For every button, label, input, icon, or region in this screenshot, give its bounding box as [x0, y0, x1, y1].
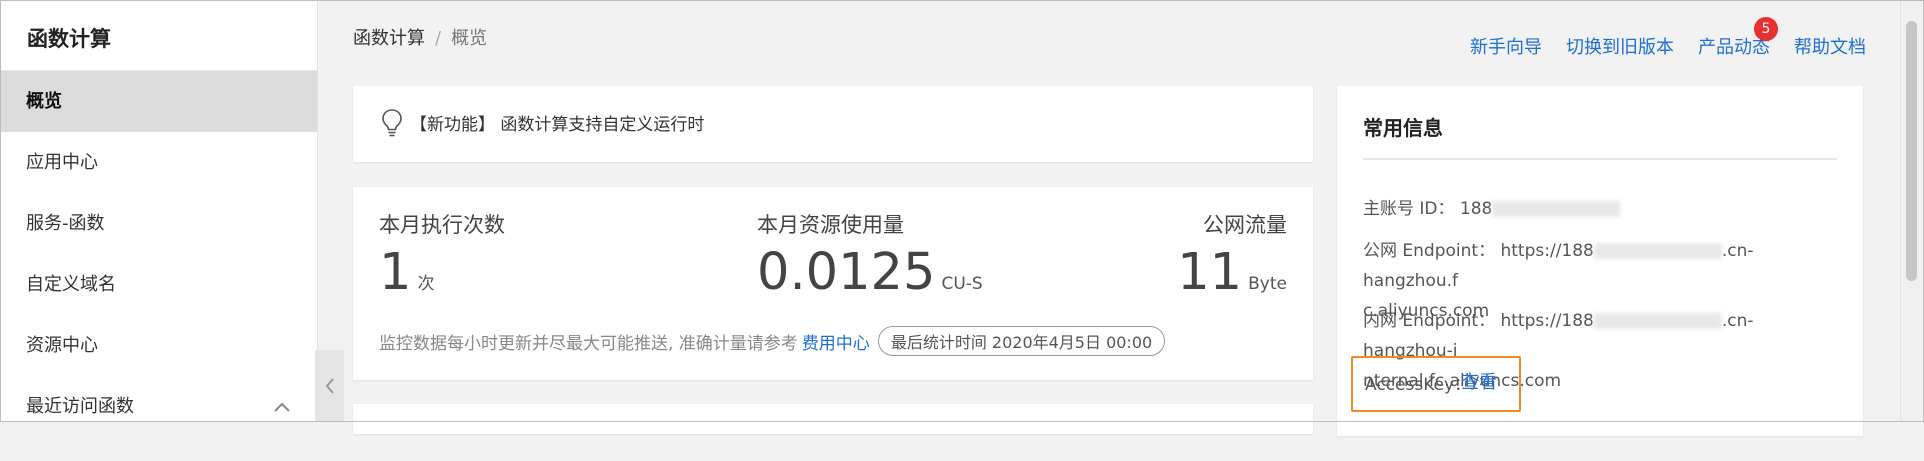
stat-value: 0.0125	[757, 243, 936, 302]
header-links: 新手向导 切换到旧版本 产品动态 5 帮助文档	[1470, 17, 1866, 59]
redacted-mask	[1593, 313, 1722, 329]
accesskey-view-link[interactable]: 查看	[1461, 368, 1497, 394]
account-id-label: 主账号 ID：	[1363, 199, 1455, 219]
sidebar: 函数计算 概览 应用中心 服务-函数 自定义域名 资源中心 最近访问函数	[1, 1, 318, 421]
sidebar-item-app-center[interactable]: 应用中心	[1, 132, 317, 193]
accesskey-label: AccessKey：	[1365, 375, 1472, 395]
product-updates-label: 产品动态	[1698, 37, 1770, 58]
next-card	[353, 404, 1313, 434]
sidebar-collapse-button[interactable]	[315, 350, 344, 422]
breadcrumb-root[interactable]: 函数计算	[353, 28, 425, 49]
billing-center-link[interactable]: 费用中心	[802, 329, 870, 354]
divider	[1363, 158, 1837, 160]
stat-label: 本月资源使用量	[757, 213, 904, 237]
app-title: 函数计算	[27, 27, 111, 51]
stats-card: 本月执行次数 1次 本月资源使用量 0.0125 CU-S 公网流量 11 Byte…	[353, 187, 1313, 380]
notice-card: 【新功能】 函数计算支持自定义运行时	[353, 86, 1313, 162]
stat-value-row: 1次	[379, 247, 505, 298]
scrollbar-thumb[interactable]	[1906, 21, 1917, 281]
stat-executions: 本月执行次数 1次	[379, 209, 505, 298]
breadcrumb: 函数计算 / 概览	[353, 24, 487, 50]
accesskey-highlight: AccessKey： 查看	[1351, 356, 1521, 412]
common-info-card: 常用信息 主账号 ID： 188 公网 Endpoint： https://18…	[1337, 86, 1863, 436]
redacted-mask	[1492, 201, 1621, 217]
lightbulb-icon	[381, 108, 403, 142]
sidebar-nav: 概览 应用中心 服务-函数 自定义域名 资源中心 最近访问函数	[1, 71, 317, 437]
stat-unit: 次	[417, 274, 435, 294]
page-scrollbar[interactable]	[1900, 1, 1923, 421]
stat-value-row: 0.0125 CU-S	[757, 247, 983, 298]
switch-old-version-link[interactable]: 切换到旧版本	[1566, 33, 1674, 59]
stat-value: 11	[1177, 243, 1243, 302]
info-title: 常用信息	[1363, 116, 1443, 140]
account-id-value: 188	[1459, 199, 1493, 219]
stat-label: 公网流量	[1203, 213, 1287, 237]
chevron-left-icon	[325, 378, 334, 394]
internal-endpoint-label: 内网 Endpoint：	[1363, 311, 1496, 331]
sidebar-item-resource-center[interactable]: 资源中心	[1, 315, 317, 376]
internal-endpoint-prefix: https://188	[1500, 311, 1594, 331]
notice-text[interactable]: 【新功能】 函数计算支持自定义运行时	[410, 110, 704, 135]
public-endpoint-prefix: https://188	[1500, 241, 1594, 261]
sidebar-item-overview[interactable]: 概览	[1, 71, 317, 132]
sidebar-item-custom-domains[interactable]: 自定义域名	[1, 254, 317, 315]
stats-footnote: 监控数据每小时更新并尽最大可能推送, 准确计量请参考 费用中心 最后统计时间 2…	[379, 326, 1166, 356]
stat-value: 1	[379, 243, 412, 302]
public-endpoint-label: 公网 Endpoint：	[1363, 241, 1496, 261]
stat-public-traffic: 公网流量 11 Byte	[1177, 209, 1287, 298]
stat-unit: Byte	[1248, 274, 1287, 294]
redacted-mask	[1593, 243, 1722, 259]
stat-value-row: 11 Byte	[1177, 247, 1287, 298]
help-docs-link[interactable]: 帮助文档	[1794, 33, 1866, 59]
guide-link[interactable]: 新手向导	[1470, 33, 1542, 59]
notification-badge: 5	[1754, 17, 1778, 41]
sidebar-item-label: 最近访问函数	[26, 396, 134, 417]
stat-unit: CU-S	[941, 274, 983, 294]
breadcrumb-separator: /	[435, 28, 442, 49]
stat-resource-usage: 本月资源使用量 0.0125 CU-S	[757, 209, 983, 298]
account-id-row: 主账号 ID： 188	[1363, 194, 1837, 224]
footnote-text: 监控数据每小时更新并尽最大可能推送, 准确计量请参考	[379, 333, 798, 354]
product-updates-link[interactable]: 产品动态 5	[1698, 17, 1778, 59]
sidebar-item-recent-functions[interactable]: 最近访问函数	[1, 376, 317, 437]
chevron-up-icon[interactable]	[273, 376, 291, 461]
breadcrumb-current: 概览	[451, 28, 488, 49]
last-updated-tag: 最后统计时间 2020年4月5日 00:00	[877, 326, 1166, 356]
sidebar-item-services-functions[interactable]: 服务-函数	[1, 193, 317, 254]
stat-label: 本月执行次数	[379, 213, 505, 237]
